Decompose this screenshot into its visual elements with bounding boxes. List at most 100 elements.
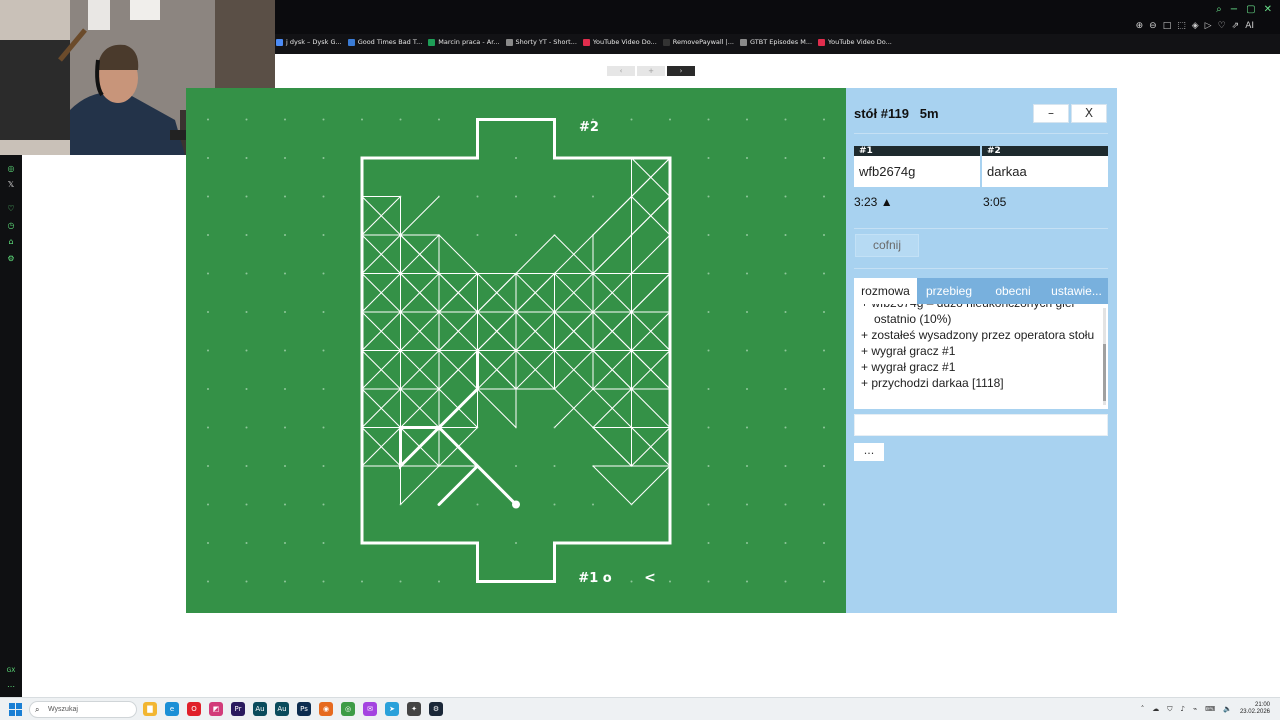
heart-icon[interactable]: ♡ — [1218, 21, 1226, 31]
firefox-icon[interactable]: ◉ — [319, 702, 333, 716]
photos-icon[interactable]: ◩ — [209, 702, 223, 716]
screenshot-icon[interactable]: □ — [1163, 21, 1172, 31]
played-moves — [361, 157, 671, 505]
player-name[interactable]: wfb2674g — [854, 156, 980, 187]
top-goal-label: #2 — [579, 120, 599, 135]
edge-icon[interactable]: e — [165, 702, 179, 716]
paper-soccer-field[interactable]: #2 #1 o < — [186, 88, 846, 613]
audition2-icon[interactable]: Au — [275, 702, 289, 716]
play-icon[interactable]: ▷ — [1205, 21, 1212, 31]
search-icon: ⌕ — [35, 705, 40, 714]
davinci-icon[interactable]: ✦ — [407, 702, 421, 716]
bookmark-item[interactable]: RemovePaywall |... — [662, 38, 734, 46]
audition-icon[interactable]: Au — [253, 702, 267, 716]
premiere-icon[interactable]: Pr — [231, 702, 245, 716]
chat-message: + wfb2674g – dużo nieukończonych gier os… — [861, 304, 1075, 326]
opera-icon[interactable]: O — [187, 702, 201, 716]
bookmark-item[interactable]: Good Times Bad T... — [347, 38, 423, 46]
file-explorer-icon[interactable]: ▇ — [143, 702, 157, 716]
shield-icon[interactable]: ◈ — [1192, 21, 1199, 31]
game-side-panel: stół #119 5m – X #1 wfb2674g #2 darkaa 3… — [846, 88, 1117, 613]
bookmark-item[interactable]: YouTube Video Do... — [582, 38, 657, 46]
telegram-icon[interactable]: ➤ — [385, 702, 399, 716]
bookmark-label: YouTube Video Do... — [592, 38, 657, 46]
bookmark-item[interactable]: Marcin praca - Ar... — [428, 38, 500, 46]
zoom-out-icon[interactable]: ⊖ — [1149, 21, 1157, 31]
settings-icon[interactable]: ⚙ — [6, 254, 16, 264]
taskbar-search[interactable]: ⌕ Wyszukaj — [29, 701, 137, 718]
tab-moves[interactable]: przebieg — [917, 278, 981, 304]
undo-button[interactable]: cofnij — [855, 234, 919, 257]
add-page-button[interactable]: + — [637, 66, 665, 76]
ai-icon[interactable]: AI — [1245, 21, 1254, 31]
network-icon[interactable]: ⌁ — [1193, 705, 1197, 713]
tab-settings[interactable]: ustawie... — [1045, 278, 1108, 304]
more-options-button[interactable]: ... — [854, 443, 884, 461]
table-title: stół #119 5m — [854, 106, 939, 121]
chrome-icon[interactable]: ◎ — [341, 702, 355, 716]
instagram-icon[interactable]: ◎ — [6, 164, 16, 174]
chat-message: + przychodzi darkaa [1118] — [861, 376, 1004, 390]
divider — [854, 133, 1108, 134]
mic-icon[interactable]: ♪ — [1180, 705, 1184, 713]
bookmark-label: Good Times Bad T... — [357, 38, 423, 46]
bookmark-item[interactable]: YouTube Video Do... — [818, 38, 892, 46]
clock-date: 23.02.2026 — [1239, 709, 1270, 715]
chat-message: + wygrał gracz #1 — [861, 360, 956, 374]
bookmark-favicon-icon — [428, 38, 436, 46]
heart-icon[interactable]: ♡ — [6, 204, 16, 214]
shield-icon[interactable]: ⛉ — [1167, 705, 1172, 714]
system-tray: ˄ ☁ ⛉ ♪ ⌁ ⌨ 🔈 21:00 23.02.2026 — [1141, 702, 1270, 716]
player-1-clock: 3:23 ▲ — [854, 195, 893, 209]
bookmark-favicon-icon — [818, 38, 826, 46]
taskbar-clock[interactable]: 21:00 23.02.2026 — [1240, 702, 1270, 716]
bookmark-label: RemovePaywall |... — [672, 38, 734, 46]
windows-start-icon[interactable] — [9, 703, 22, 716]
player-name[interactable]: darkaa — [982, 156, 1108, 187]
bottom-goal-label: #1 o — [578, 571, 611, 586]
bookmark-item[interactable]: Shorty YT - Short... — [505, 38, 577, 46]
send-icon[interactable]: ⇗ — [1232, 21, 1240, 31]
photoshop-icon[interactable]: Ps — [297, 702, 311, 716]
history-icon[interactable]: ◷ — [6, 221, 16, 231]
messenger-icon[interactable]: ✉ — [363, 702, 377, 716]
move-line — [631, 234, 671, 274]
ball-marker — [512, 500, 520, 509]
volume-icon[interactable]: 🔈 — [1223, 705, 1232, 713]
tab-chat[interactable]: rozmowa — [854, 278, 917, 304]
bookmark-item[interactable]: GTBT Episodes M... — [739, 38, 813, 46]
tab-present[interactable]: obecni — [981, 278, 1045, 304]
next-page-button[interactable]: › — [667, 66, 695, 76]
pin-icon[interactable]: ⌂ — [6, 237, 16, 247]
chat-log[interactable]: + wfb2674g – dużo nieukończonych gier os… — [854, 304, 1108, 409]
cloud-icon[interactable]: ☁ — [1152, 705, 1159, 713]
bookmark-favicon-icon — [276, 38, 283, 46]
browser-toolbar-icons: ⊕ ⊖ □ ⬚ ◈ ▷ ♡ ⇗ AI — [1136, 21, 1254, 31]
chat-scrollbar-thumb[interactable] — [1103, 344, 1106, 401]
bookmarks-bar: j dysk – Dysk G... Good Times Bad T... Mar… — [276, 38, 892, 46]
steam-icon[interactable]: ⚙ — [429, 702, 443, 716]
gx-icon[interactable]: GX — [6, 666, 16, 676]
x-icon[interactable]: 𝕏 — [6, 180, 16, 190]
bookmark-label: YouTube Video Do... — [828, 38, 892, 46]
close-table-button[interactable]: X — [1071, 104, 1107, 123]
bookmark-label: GTBT Episodes M... — [749, 38, 813, 46]
minimize-window-button[interactable]: − — [1230, 4, 1238, 15]
more-icon[interactable]: ⋯ — [6, 682, 16, 692]
bookmark-favicon-icon — [347, 38, 355, 46]
zoom-in-icon[interactable]: ⊕ — [1136, 21, 1144, 31]
game-board[interactable]: #2 #1 o < — [186, 88, 846, 613]
chat-input[interactable] — [854, 414, 1108, 436]
snapshot-icon[interactable]: ⬚ — [1177, 21, 1186, 31]
minimize-panel-button[interactable]: – — [1033, 104, 1069, 123]
chevron-up-icon[interactable]: ˄ — [1141, 705, 1145, 713]
close-window-button[interactable]: ✕ — [1264, 4, 1272, 15]
bookmark-favicon-icon — [582, 38, 590, 46]
bookmark-item[interactable]: j dysk – Dysk G... — [276, 38, 342, 46]
maximize-window-button[interactable]: ▢ — [1246, 4, 1255, 15]
prev-page-button[interactable]: ‹ — [607, 66, 635, 76]
bookmark-favicon-icon — [662, 38, 670, 46]
language-icon[interactable]: ⌨ — [1205, 705, 1215, 713]
search-icon[interactable]: ⌕ — [1216, 4, 1222, 15]
player-2-clock: 3:05 — [983, 195, 1007, 209]
